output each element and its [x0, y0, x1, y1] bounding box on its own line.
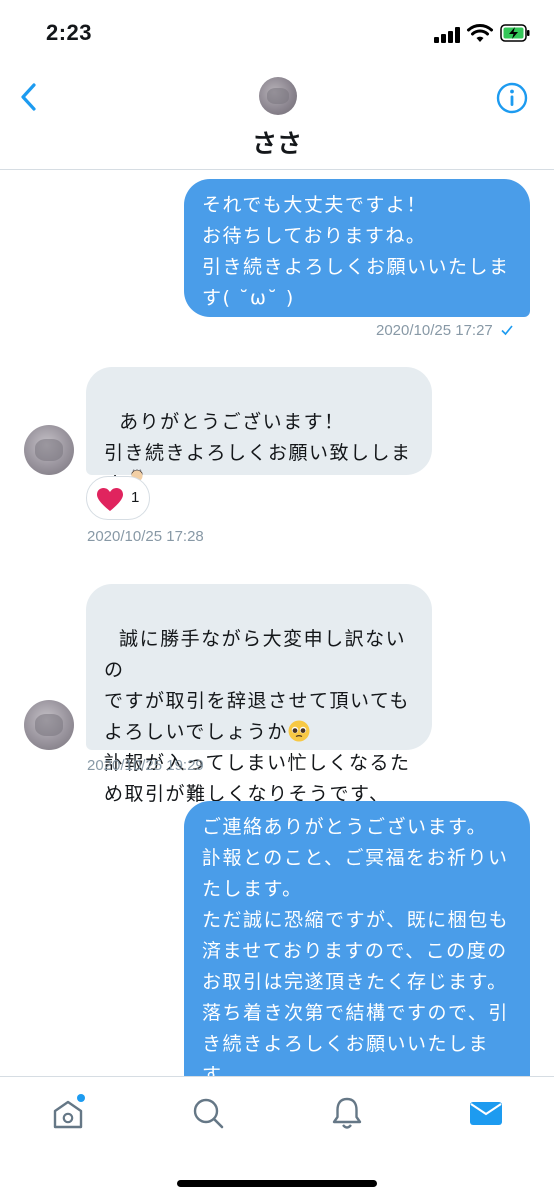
status-bar: 2:23 — [0, 0, 554, 66]
sent-message-bubble[interactable]: ご連絡ありがとうございます。 訃報とのこと、ご冥福をお祈りい たします。 ただ誠… — [184, 801, 530, 1101]
bell-icon[interactable] — [327, 1093, 367, 1133]
battery-charging-icon — [500, 24, 530, 42]
heart-reaction-icon — [97, 488, 123, 511]
pleading-face-emoji-icon — [288, 720, 310, 742]
status-time: 2:23 — [46, 20, 93, 45]
received-message-bubble[interactable]: ありがとうございます！ 引き続きよろしくお願い致ししま す — [86, 367, 432, 495]
back-chevron-icon[interactable] — [14, 80, 44, 114]
home-indicator — [177, 1180, 377, 1187]
sender-avatar[interactable] — [24, 700, 74, 750]
sent-message-bubble[interactable]: それでも大丈夫ですよ！ お待ちしておりますね。 引き続きよろしくお願いいたしま … — [184, 179, 530, 317]
message-timestamp: 2020/10/25 17:27 — [376, 322, 514, 339]
wifi-icon — [467, 24, 493, 42]
conversation-name[interactable]: ささ — [0, 124, 554, 160]
message-timestamp: 2020/10/25 19:29 — [87, 757, 204, 774]
received-message-bubble[interactable]: 誠に勝手ながら大変申し訳ないの ですが取引を辞退させて頂いても よろしいでしょう… — [86, 584, 432, 805]
conversation-header: ささ — [0, 66, 554, 170]
sent-checkmark-icon — [501, 325, 513, 336]
reaction-chip[interactable]: 1 — [86, 476, 150, 520]
search-icon[interactable] — [188, 1093, 228, 1133]
header-avatar[interactable] — [259, 77, 297, 115]
reaction-count: 1 — [131, 489, 140, 506]
cellular-signal-icon — [434, 27, 460, 43]
notification-dot — [77, 1094, 85, 1102]
mail-icon[interactable] — [466, 1093, 506, 1133]
info-icon[interactable] — [496, 82, 528, 114]
sender-avatar[interactable] — [24, 425, 74, 475]
message-timestamp: 2020/10/25 17:28 — [87, 528, 204, 545]
home-icon[interactable] — [48, 1093, 88, 1133]
